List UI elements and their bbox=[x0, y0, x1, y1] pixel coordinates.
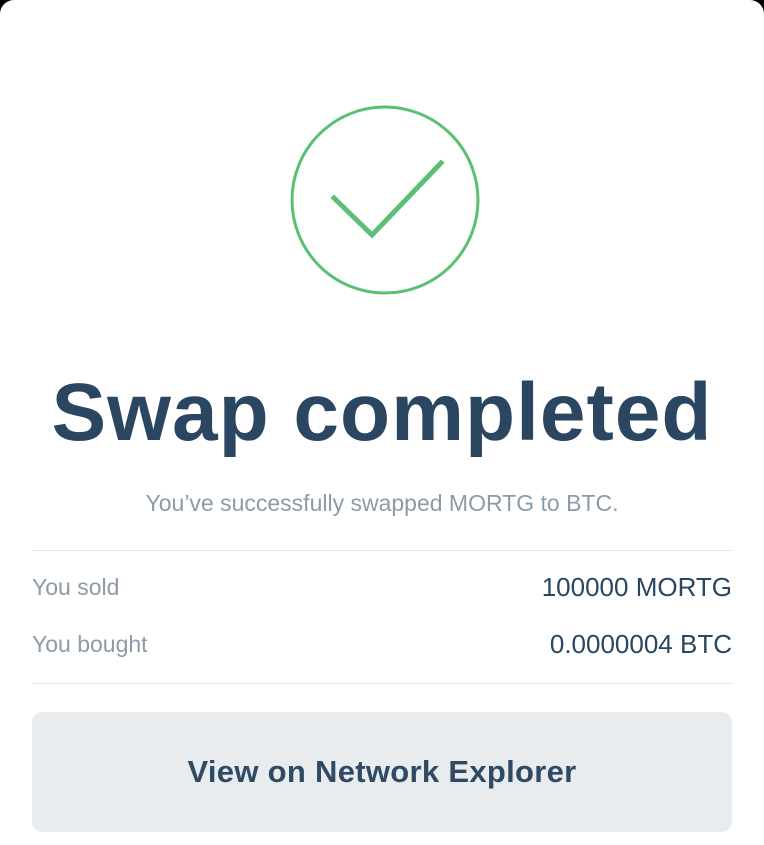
bought-label: You bought bbox=[32, 630, 148, 657]
page-title: Swap completed bbox=[51, 367, 713, 458]
sold-amount: 100000 MORTG bbox=[541, 571, 732, 602]
swap-description: You’ve successfully swapped MORTG to BTC… bbox=[145, 490, 619, 516]
view-network-explorer-button[interactable]: View on Network Explorer bbox=[32, 712, 732, 832]
bought-amount: 0.0000004 BTC bbox=[549, 628, 732, 659]
swap-completed-sheet: Swap completed You’ve successfully swapp… bbox=[0, 0, 764, 845]
sold-row: You sold 100000 MORTG bbox=[32, 570, 732, 604]
check-circle-icon bbox=[290, 105, 480, 295]
divider bbox=[32, 683, 732, 684]
divider bbox=[32, 550, 732, 551]
bought-row: You bought 0.0000004 BTC bbox=[32, 627, 732, 661]
sold-label: You sold bbox=[32, 573, 120, 600]
